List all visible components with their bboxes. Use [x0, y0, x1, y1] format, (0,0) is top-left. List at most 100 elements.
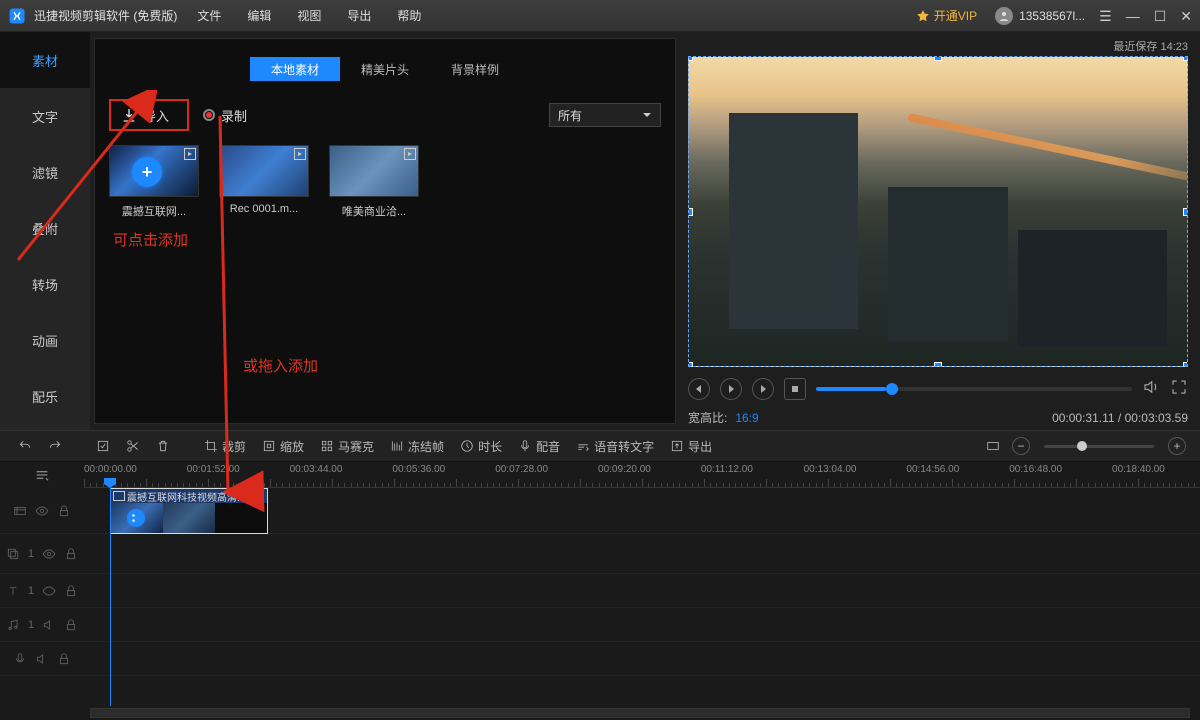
crop-button[interactable]: 裁剪: [200, 436, 250, 457]
undo-button[interactable]: [14, 437, 36, 455]
video-icon: [184, 148, 196, 160]
visibility-icon[interactable]: [35, 504, 49, 518]
zoom-out-button[interactable]: −: [1012, 437, 1030, 455]
media-panel: 本地素材 精美片头 背景样例 导入 录制 所有 + 震撼互联网...: [94, 38, 676, 424]
sidebar-item-overlay[interactable]: 叠附: [0, 200, 90, 256]
sidebar-item-filter[interactable]: 滤镜: [0, 144, 90, 200]
play-button[interactable]: [720, 378, 742, 400]
overlay-track-icon: [6, 547, 20, 561]
tab-intro[interactable]: 精美片头: [340, 57, 430, 81]
left-sidebar: 素材 文字 滤镜 叠附 转场 动画 配乐: [0, 32, 90, 430]
media-thumb-3[interactable]: 唯美商业洽...: [329, 145, 419, 219]
lock-icon[interactable]: [64, 618, 78, 632]
timeline-scrollbar[interactable]: [0, 706, 1200, 720]
menu-view[interactable]: 视图: [297, 7, 321, 24]
vip-button[interactable]: 开通VIP: [916, 7, 977, 24]
redo-button[interactable]: [44, 437, 66, 455]
export-button[interactable]: 导出: [666, 436, 716, 457]
ruler-tick: 00:14:56.00: [906, 464, 959, 475]
overlay-track[interactable]: 1: [0, 534, 1200, 574]
close-button[interactable]: ✕: [1180, 9, 1192, 23]
sidebar-item-media[interactable]: 素材: [0, 32, 90, 88]
prev-frame-button[interactable]: [688, 378, 710, 400]
tab-local[interactable]: 本地素材: [250, 57, 340, 81]
sidebar-item-music[interactable]: 配乐: [0, 368, 90, 424]
lock-icon[interactable]: [64, 584, 78, 598]
maximize-button[interactable]: ☐: [1154, 9, 1167, 23]
zoom-slider[interactable]: [1044, 445, 1154, 448]
sidebar-item-animation[interactable]: 动画: [0, 312, 90, 368]
scissors-icon: [127, 509, 145, 527]
record-button[interactable]: 录制: [203, 106, 247, 125]
user-avatar[interactable]: [995, 7, 1013, 25]
visibility-icon[interactable]: [42, 547, 56, 561]
video-track[interactable]: 震撼互联网科技视频高清...: [0, 488, 1200, 534]
video-icon: [404, 148, 416, 160]
menu-help[interactable]: 帮助: [397, 7, 421, 24]
stop-button[interactable]: [784, 378, 806, 400]
text-track-icon: [6, 584, 20, 598]
menu-edit[interactable]: 编辑: [247, 7, 271, 24]
lock-icon[interactable]: [57, 652, 71, 666]
menu-file[interactable]: 文件: [197, 7, 221, 24]
timeline: 00:00:00.0000:01:52.0000:03:44.0000:05:3…: [0, 462, 1200, 720]
media-thumb-1[interactable]: + 震撼互联网...: [109, 145, 199, 219]
ruler-tick: 00:05:36.00: [392, 464, 445, 475]
zoom-button[interactable]: 缩放: [258, 436, 308, 457]
fullscreen-icon[interactable]: [1170, 378, 1188, 401]
speech-to-text-button[interactable]: 语音转文字: [572, 436, 658, 457]
last-save-label: 最近保存 14:23: [688, 38, 1188, 54]
import-button[interactable]: 导入: [109, 99, 189, 131]
timeline-clip[interactable]: 震撼互联网科技视频高清...: [110, 488, 268, 534]
mute-icon[interactable]: [35, 652, 49, 666]
timeline-menu-button[interactable]: [0, 462, 84, 488]
preview-viewport[interactable]: [688, 56, 1188, 367]
delete-button[interactable]: [152, 437, 174, 455]
lock-icon[interactable]: [64, 547, 78, 561]
media-thumb-2[interactable]: Rec 0001.m...: [219, 145, 309, 219]
tab-background[interactable]: 背景样例: [430, 57, 520, 81]
edit-button[interactable]: [92, 437, 114, 455]
fit-button[interactable]: [982, 437, 1004, 455]
sidebar-item-transition[interactable]: 转场: [0, 256, 90, 312]
voice-track[interactable]: [0, 642, 1200, 676]
voiceover-button[interactable]: 配音: [514, 436, 564, 457]
preview-wrap: 最近保存 14:23 宽高比: 16:9 00:00:31.11 / 00:03…: [676, 32, 1200, 430]
ruler-tick: 00:09:20.00: [598, 464, 651, 475]
preview-time: 00:00:31.11 / 00:03:03.59: [1052, 411, 1188, 425]
progress-bar[interactable]: [816, 387, 1132, 391]
username-label[interactable]: 13538567l...: [1019, 9, 1085, 23]
audio-track[interactable]: 1: [0, 608, 1200, 642]
visibility-icon[interactable]: [42, 584, 56, 598]
text-track[interactable]: 1: [0, 574, 1200, 608]
mute-icon[interactable]: [42, 618, 56, 632]
duration-button[interactable]: 时长: [456, 436, 506, 457]
zoom-in-button[interactable]: +: [1168, 437, 1186, 455]
freeze-button[interactable]: 冻结帧: [386, 436, 448, 457]
annotation-click: 可点击添加: [113, 229, 188, 250]
split-button[interactable]: [122, 437, 144, 455]
lock-icon[interactable]: [57, 504, 71, 518]
app-logo: [8, 7, 26, 25]
aspect-ratio-value[interactable]: 16:9: [735, 411, 758, 425]
app-title: 迅捷视频剪辑软件 (免费版): [34, 7, 177, 24]
next-frame-button[interactable]: [752, 378, 774, 400]
aspect-ratio-label: 宽高比:: [688, 409, 727, 426]
mosaic-button[interactable]: 马赛克: [316, 436, 378, 457]
playhead[interactable]: [110, 488, 111, 706]
main-menu: 文件 编辑 视图 导出 帮助: [197, 7, 421, 24]
ruler-tick: 00:00:00.00: [84, 464, 137, 475]
menu-export[interactable]: 导出: [347, 7, 371, 24]
ruler-tick: 00:13:04.00: [804, 464, 857, 475]
ruler-tick: 00:11:12.00: [701, 464, 753, 475]
hamburger-icon[interactable]: ☰: [1099, 9, 1112, 23]
title-bar: 迅捷视频剪辑软件 (免费版) 文件 编辑 视图 导出 帮助 开通VIP 1353…: [0, 0, 1200, 32]
video-track-icon: [13, 504, 27, 518]
ruler-tick: 00:16:48.00: [1009, 464, 1062, 475]
ruler-tick: 00:18:40.00: [1112, 464, 1165, 475]
category-dropdown[interactable]: 所有: [549, 103, 661, 127]
sidebar-item-text[interactable]: 文字: [0, 88, 90, 144]
volume-icon[interactable]: [1142, 378, 1160, 401]
minimize-button[interactable]: —: [1126, 9, 1140, 23]
timeline-ruler[interactable]: 00:00:00.0000:01:52.0000:03:44.0000:05:3…: [84, 462, 1200, 488]
